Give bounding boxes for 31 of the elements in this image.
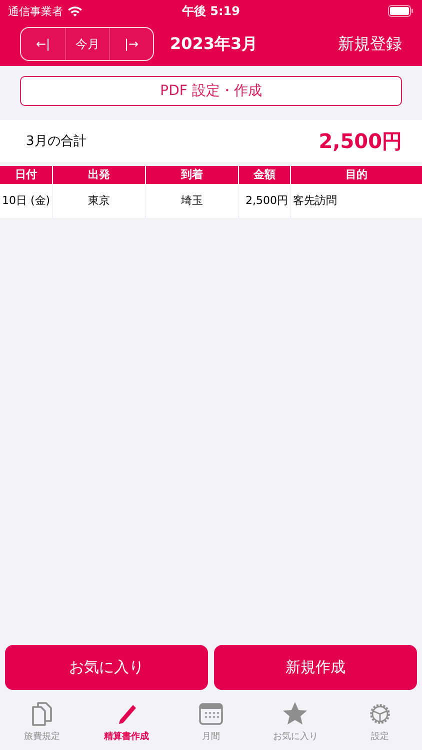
star-icon <box>282 701 308 727</box>
month-nav-button[interactable]: 今月 <box>65 28 109 60</box>
tab-item[interactable]: 精算書作成 <box>84 694 169 750</box>
status-time: 午後 5:19 <box>182 2 240 20</box>
action-button[interactable]: 新規作成 <box>214 645 417 690</box>
carrier-name: 通信事業者 <box>8 4 63 18</box>
column-header: 到着 <box>146 166 238 184</box>
battery-icon <box>388 5 414 17</box>
column-header: 出発 <box>53 166 145 184</box>
table-cell: 東京 <box>53 184 145 218</box>
new-register-button[interactable]: 新規登録 <box>338 34 402 54</box>
column-header: 金額 <box>239 166 290 184</box>
table-cell: 2,500円 <box>239 184 290 218</box>
table-cell: 10日 (金) <box>0 184 52 218</box>
total-amount: 2,500円 <box>318 128 402 154</box>
tab-item[interactable]: お気に入り <box>253 694 338 750</box>
table-cell: 客先訪問 <box>291 184 422 218</box>
column-header: 日付 <box>0 166 52 184</box>
pdf-settings-button[interactable]: PDF 設定・作成 <box>20 76 402 106</box>
tab-item[interactable]: 旅費規定 <box>0 694 84 750</box>
month-nav-button[interactable]: ←| <box>21 28 65 60</box>
column-header: 目的 <box>291 166 422 184</box>
total-label: 3月の合計 <box>26 133 86 150</box>
tab-item[interactable]: 月間 <box>168 694 254 750</box>
calendar-icon <box>198 701 224 727</box>
month-title: 2023年3月 <box>170 34 258 54</box>
table-cell: 埼玉 <box>146 184 238 218</box>
month-nav-button[interactable]: |→ <box>109 28 153 60</box>
tab-item[interactable]: 設定 <box>338 694 422 750</box>
wifi-icon <box>67 5 83 17</box>
action-button[interactable]: お気に入り <box>5 645 208 690</box>
